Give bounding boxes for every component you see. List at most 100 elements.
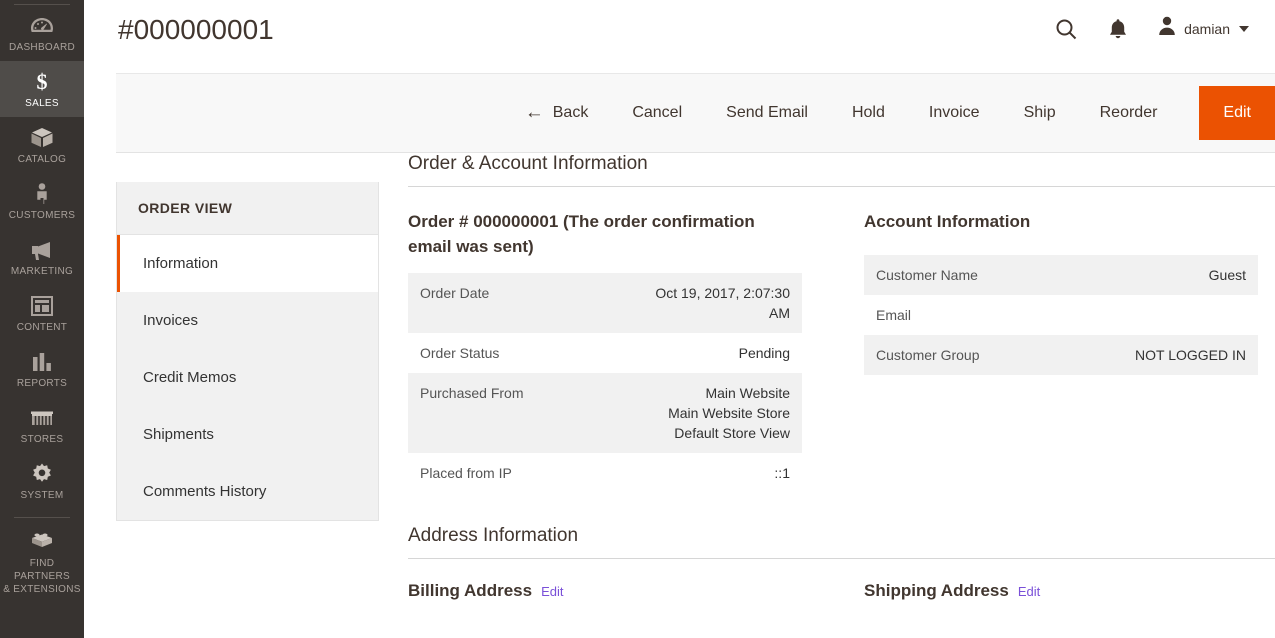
order-view-item-invoices[interactable]: Invoices bbox=[117, 292, 378, 349]
dashboard-gauge-icon bbox=[27, 13, 57, 39]
account-information-column: Account Information Customer Name Guest … bbox=[864, 209, 1258, 493]
page-content: Order View Information Invoices Credit M… bbox=[116, 153, 1275, 638]
shipping-address-title-row: Shipping Address Edit bbox=[864, 581, 1258, 601]
sidebar-label-find-partners: FIND PARTNERS & EXTENSIONS bbox=[3, 558, 81, 595]
order-date-value: Oct 19, 2017, 2:07:30 AM bbox=[628, 273, 802, 333]
ship-button[interactable]: Ship bbox=[1002, 104, 1078, 122]
order-view-panel-title: Order View bbox=[117, 182, 378, 235]
table-row: Placed from IP ::1 bbox=[408, 453, 802, 493]
order-view-item-shipments[interactable]: Shipments bbox=[117, 406, 378, 463]
address-section-heading: Address Information bbox=[408, 525, 1275, 559]
address-columns: Billing Address Edit Shipping Address Ed… bbox=[408, 581, 1275, 601]
layout-panel-icon bbox=[27, 293, 57, 319]
sidebar-item-customers[interactable]: Customers bbox=[0, 173, 84, 229]
sidebar-item-sales[interactable]: $ Sales bbox=[0, 61, 84, 117]
lego-brick-icon bbox=[27, 528, 57, 554]
order-account-columns: Order # 000000001 (The order confirmatio… bbox=[408, 209, 1275, 493]
arrow-left-icon: ← bbox=[524, 101, 544, 123]
megaphone-icon bbox=[27, 237, 57, 263]
header-actions: damian bbox=[1051, 12, 1251, 45]
user-menu[interactable]: damian bbox=[1155, 12, 1251, 45]
back-button-label: Back bbox=[552, 104, 589, 121]
sidebar-label-system: System bbox=[20, 490, 64, 501]
order-information-column: Order # 000000001 (The order confirmatio… bbox=[408, 209, 802, 493]
sidebar-item-find-partners-extensions[interactable]: FIND PARTNERS & EXTENSIONS bbox=[0, 518, 84, 603]
order-status-value: Pending bbox=[738, 345, 790, 361]
bar-chart-icon bbox=[27, 349, 57, 375]
shipping-address-edit-link[interactable]: Edit bbox=[1018, 584, 1040, 599]
placed-from-ip-label: Placed from IP bbox=[420, 465, 512, 481]
order-actions-toolbar: ← Back Cancel Send Email Hold Invoice Sh… bbox=[116, 73, 1275, 153]
table-row: Order Date Oct 19, 2017, 2:07:30 AM bbox=[408, 273, 802, 333]
order-account-section-heading: Order & Account Information bbox=[408, 153, 1275, 187]
sidebar-item-marketing[interactable]: Marketing bbox=[0, 229, 84, 285]
sidebar-item-catalog[interactable]: Catalog bbox=[0, 117, 84, 173]
admin-sidebar-nav: Dashboard $ Sales Catalog Customers Mark… bbox=[0, 0, 84, 638]
send-email-button[interactable]: Send Email bbox=[704, 104, 830, 122]
chevron-down-icon bbox=[1239, 25, 1249, 32]
hold-button[interactable]: Hold bbox=[830, 104, 907, 122]
sidebar-item-reports[interactable]: Reports bbox=[0, 341, 84, 397]
cancel-button[interactable]: Cancel bbox=[610, 104, 704, 122]
dollar-sign-icon: $ bbox=[27, 69, 57, 95]
address-information-section: Address Information Billing Address Edit… bbox=[408, 525, 1275, 601]
table-row: Purchased From Main Website Main Website… bbox=[408, 373, 802, 453]
bell-icon[interactable] bbox=[1103, 14, 1133, 44]
billing-address-edit-link[interactable]: Edit bbox=[541, 584, 563, 599]
edit-button[interactable]: Edit bbox=[1199, 86, 1275, 140]
gear-icon bbox=[27, 461, 57, 487]
order-information-body: Order & Account Information Order # 0000… bbox=[408, 153, 1275, 601]
sidebar-label-catalog: Catalog bbox=[17, 154, 67, 165]
user-name-label: damian bbox=[1184, 20, 1230, 37]
shipping-address-column: Shipping Address Edit bbox=[864, 581, 1258, 601]
sidebar-item-stores[interactable]: Stores bbox=[0, 397, 84, 453]
reorder-button[interactable]: Reorder bbox=[1078, 104, 1180, 122]
email-label: Email bbox=[876, 307, 912, 323]
customer-group-label: Customer Group bbox=[864, 335, 1085, 375]
purchased-from-label: Purchased From bbox=[408, 373, 629, 453]
order-view-item-comments-history[interactable]: Comments History bbox=[117, 463, 378, 520]
invoice-button[interactable]: Invoice bbox=[907, 104, 1002, 122]
order-view-item-credit-memos[interactable]: Credit Memos bbox=[117, 349, 378, 406]
billing-address-title-row: Billing Address Edit bbox=[408, 581, 802, 601]
customer-group-value: NOT LOGGED IN bbox=[1084, 335, 1258, 375]
admin-order-view-page: Dashboard $ Sales Catalog Customers Mark… bbox=[0, 0, 1275, 638]
table-row: Order Status Pending bbox=[408, 333, 802, 373]
sidebar-label-customers: Customers bbox=[8, 210, 76, 221]
sidebar-label-content: Content bbox=[16, 322, 68, 333]
search-icon[interactable] bbox=[1051, 14, 1081, 44]
sidebar-label-sales: Sales bbox=[25, 98, 59, 109]
sidebar-item-content[interactable]: Content bbox=[0, 285, 84, 341]
storefront-icon bbox=[27, 405, 57, 431]
person-icon bbox=[27, 181, 57, 207]
table-row: Email bbox=[864, 295, 1258, 335]
table-row: Customer Group NOT LOGGED IN bbox=[864, 335, 1258, 375]
sidebar-label-marketing: Marketing bbox=[10, 266, 74, 277]
order-information-table: Order Date Oct 19, 2017, 2:07:30 AM Orde… bbox=[408, 273, 802, 493]
email-value bbox=[1085, 295, 1258, 335]
shipping-address-label: Shipping Address bbox=[864, 581, 1009, 600]
account-information-table: Customer Name Guest Email Customer Group… bbox=[864, 255, 1258, 375]
placed-from-ip-value: ::1 bbox=[774, 465, 790, 481]
table-row: Customer Name Guest bbox=[864, 255, 1258, 295]
back-button[interactable]: ← Back bbox=[524, 101, 611, 123]
order-status-label: Order Status bbox=[420, 345, 500, 361]
sidebar-label-stores: Stores bbox=[20, 434, 64, 445]
order-block-title: Order # 000000001 (The order confirmatio… bbox=[408, 212, 755, 256]
billing-address-column: Billing Address Edit bbox=[408, 581, 802, 601]
page-title: #000000001 bbox=[118, 14, 274, 45]
user-avatar-icon bbox=[1157, 15, 1177, 42]
account-block-title: Account Information bbox=[864, 212, 1031, 231]
svg-text:$: $ bbox=[37, 70, 48, 94]
order-view-item-information[interactable]: Information bbox=[117, 235, 378, 292]
sidebar-item-dashboard[interactable]: Dashboard bbox=[0, 5, 84, 61]
customer-name-label: Customer Name bbox=[864, 255, 1085, 295]
customer-name-value: Guest bbox=[1084, 255, 1258, 295]
sidebar-item-system[interactable]: System bbox=[0, 453, 84, 509]
sidebar-label-reports: Reports bbox=[16, 378, 68, 389]
page-header: #000000001 damian bbox=[84, 0, 1275, 62]
sidebar-label-dashboard: Dashboard bbox=[8, 42, 76, 53]
box-icon bbox=[27, 125, 57, 151]
order-view-panel: Order View Information Invoices Credit M… bbox=[116, 182, 379, 521]
purchased-from-value: Main Website Main Website Store Default … bbox=[628, 373, 802, 453]
